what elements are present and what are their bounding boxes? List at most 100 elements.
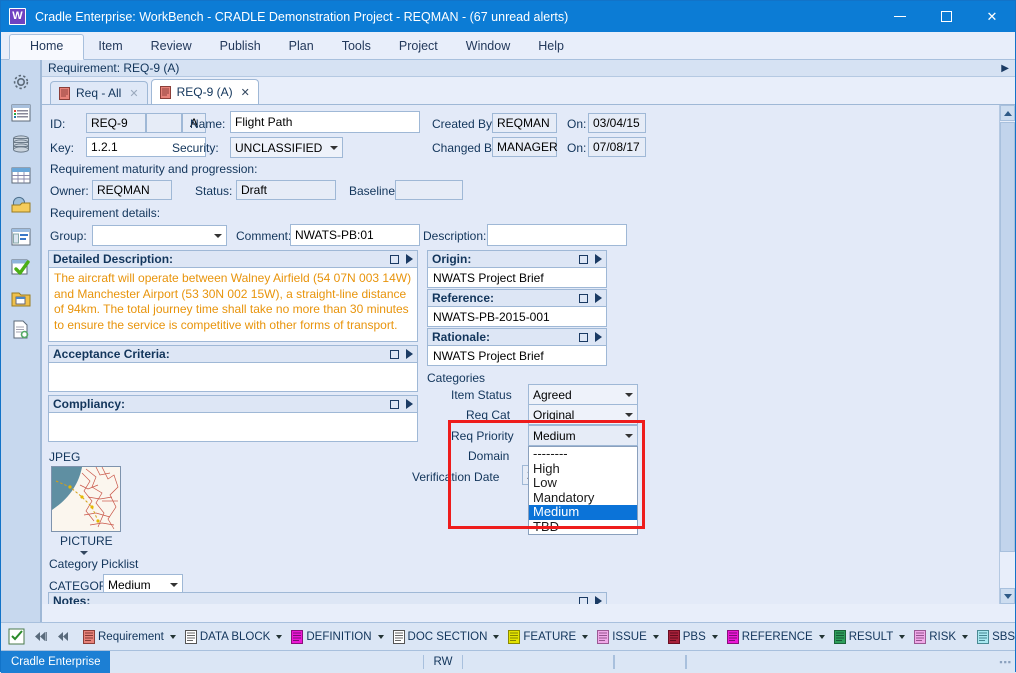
expand-panel-icon[interactable] — [406, 399, 413, 409]
menu-item-window[interactable]: Window — [452, 34, 524, 59]
compliancy-body[interactable] — [49, 413, 417, 419]
scroll-up-button[interactable] — [1000, 105, 1015, 121]
chevron-down-icon — [818, 634, 825, 639]
title-bar: W Cradle Enterprise: WorkBench - CRADLE … — [1, 1, 1015, 32]
expand-panel-icon[interactable] — [595, 254, 602, 264]
maximize-panel-icon[interactable] — [390, 254, 399, 264]
approved-checklist-icon[interactable] — [1, 252, 41, 283]
id-secondary-field[interactable] — [146, 113, 182, 133]
item-status-value: Agreed — [533, 387, 572, 402]
document-title: Requirement: REQ-9 (A) — [48, 61, 180, 75]
menu-item-home[interactable]: Home — [9, 34, 85, 60]
tab-close-icon[interactable]: ✕ — [129, 87, 138, 100]
maximize-panel-icon[interactable] — [579, 293, 588, 303]
window-controls: ✕ — [877, 1, 1015, 32]
toolbar-item-issue[interactable]: ISSUE — [593, 628, 663, 645]
description-field[interactable] — [487, 224, 627, 246]
expand-panel-icon[interactable] — [406, 349, 413, 359]
chevron-right-icon[interactable]: ▶ — [1001, 63, 1009, 74]
expand-panel-icon[interactable] — [595, 596, 602, 604]
security-label: Security: — [172, 141, 219, 155]
toolbar-item-feature[interactable]: FEATURE — [504, 628, 592, 645]
maximize-panel-icon[interactable] — [390, 399, 399, 409]
owner-field[interactable]: REQMAN — [92, 180, 172, 200]
details-header: Requirement details: — [50, 206, 161, 220]
triangle-down-icon — [1003, 593, 1012, 599]
tab-req-all[interactable]: Req - All ✕ — [50, 81, 148, 104]
scrollbar-thumb[interactable] — [1000, 122, 1015, 552]
menu-item-plan[interactable]: Plan — [275, 34, 328, 59]
menu-item-item[interactable]: Item — [84, 34, 136, 59]
tab-label: Req - All — [76, 86, 122, 100]
baseline-field[interactable] — [395, 180, 463, 200]
menu-item-review[interactable]: Review — [137, 34, 206, 59]
maximize-panel-icon[interactable] — [579, 332, 588, 342]
chevron-down-icon — [652, 634, 659, 639]
security-select[interactable]: UNCLASSIFIED — [230, 137, 343, 158]
toolbar-item-data-block[interactable]: DATA BLOCK — [181, 628, 287, 645]
minimize-button[interactable] — [877, 1, 923, 32]
toolbar-item-result[interactable]: RESULT — [830, 628, 910, 645]
reference-body[interactable]: NWATS-PB-2015-001 — [428, 307, 606, 328]
tab-req-9[interactable]: REQ-9 (A) ✕ — [150, 79, 259, 104]
tab-close-icon[interactable]: ✕ — [241, 86, 250, 99]
toolbar-item-definition[interactable]: DEFINITION — [287, 628, 387, 645]
checklist-icon[interactable] — [4, 626, 29, 647]
toolbar-item-sbs[interactable]: SBS — [973, 628, 1015, 645]
database-icon[interactable] — [1, 128, 41, 159]
toolbar-item-requirement[interactable]: Requirement — [79, 628, 180, 645]
triangle-up-icon — [1003, 110, 1012, 116]
comment-field[interactable]: NWATS-PB:01 — [290, 224, 420, 246]
status-field[interactable]: Draft — [236, 180, 336, 200]
secure-folder-icon[interactable] — [1, 190, 41, 221]
toolbar-item-doc-section[interactable]: DOC SECTION — [389, 628, 504, 645]
changed-by-label: Changed By — [432, 141, 499, 155]
category-value: Medium — [108, 577, 151, 592]
chevron-down-icon — [899, 634, 906, 639]
expand-panel-icon[interactable] — [406, 254, 413, 264]
menu-item-publish[interactable]: Publish — [206, 34, 275, 59]
chevron-down-icon — [214, 233, 222, 238]
detailed-description-text: The aircraft will operate between Walney… — [54, 271, 412, 332]
menu-item-help[interactable]: Help — [524, 34, 578, 59]
close-button[interactable]: ✕ — [969, 1, 1015, 32]
settings-gear-icon[interactable] — [1, 66, 41, 97]
chevron-down-icon — [169, 634, 176, 639]
resize-grip-icon[interactable]: ▪▪▪ — [999, 657, 1012, 667]
maximize-button[interactable] — [923, 1, 969, 32]
origin-body[interactable]: NWATS Project Brief — [428, 268, 606, 289]
toolbar-item-reference[interactable]: REFERENCE — [723, 628, 829, 645]
previous-icon[interactable] — [52, 629, 73, 644]
toolbar-item-pbs[interactable]: PBS — [664, 628, 722, 645]
report-list-icon[interactable] — [1, 97, 41, 128]
toolbar-item-risk[interactable]: RISK — [910, 628, 972, 645]
compliancy-title: Compliancy: — [53, 397, 126, 411]
scroll-down-button[interactable] — [1000, 588, 1015, 604]
detailed-description-body[interactable]: The aircraft will operate between Walney… — [49, 268, 417, 336]
skip-first-icon[interactable] — [30, 629, 51, 644]
expand-panel-icon[interactable] — [595, 293, 602, 303]
maximize-panel-icon[interactable] — [579, 596, 588, 604]
document-config-icon[interactable] — [1, 314, 41, 345]
menu-item-tools[interactable]: Tools — [328, 34, 385, 59]
attachment-thumbnail[interactable] — [51, 466, 121, 532]
attachment-dropdown-icon[interactable] — [80, 551, 88, 555]
acceptance-criteria-body[interactable] — [49, 363, 417, 369]
name-label: Name: — [190, 117, 226, 131]
security-value: UNCLASSIFIED — [235, 140, 323, 155]
id-field[interactable]: REQ-9 — [86, 113, 146, 133]
rationale-body[interactable]: NWATS Project Brief — [428, 346, 606, 367]
folder-window-icon[interactable] — [1, 283, 41, 314]
layout-panel-icon[interactable] — [1, 221, 41, 252]
name-field[interactable]: Flight Path — [230, 111, 420, 133]
expand-panel-icon[interactable] — [595, 332, 602, 342]
status-app-name[interactable]: Cradle Enterprise — [1, 650, 111, 673]
vertical-scrollbar[interactable] — [999, 105, 1015, 604]
maximize-panel-icon[interactable] — [579, 254, 588, 264]
issue-doc-icon — [597, 630, 610, 644]
maximize-panel-icon[interactable] — [390, 349, 399, 359]
calendar-grid-icon[interactable] — [1, 159, 41, 190]
group-select[interactable] — [92, 225, 227, 246]
item-status-select[interactable]: Agreed — [528, 384, 638, 405]
menu-item-project[interactable]: Project — [385, 34, 452, 59]
